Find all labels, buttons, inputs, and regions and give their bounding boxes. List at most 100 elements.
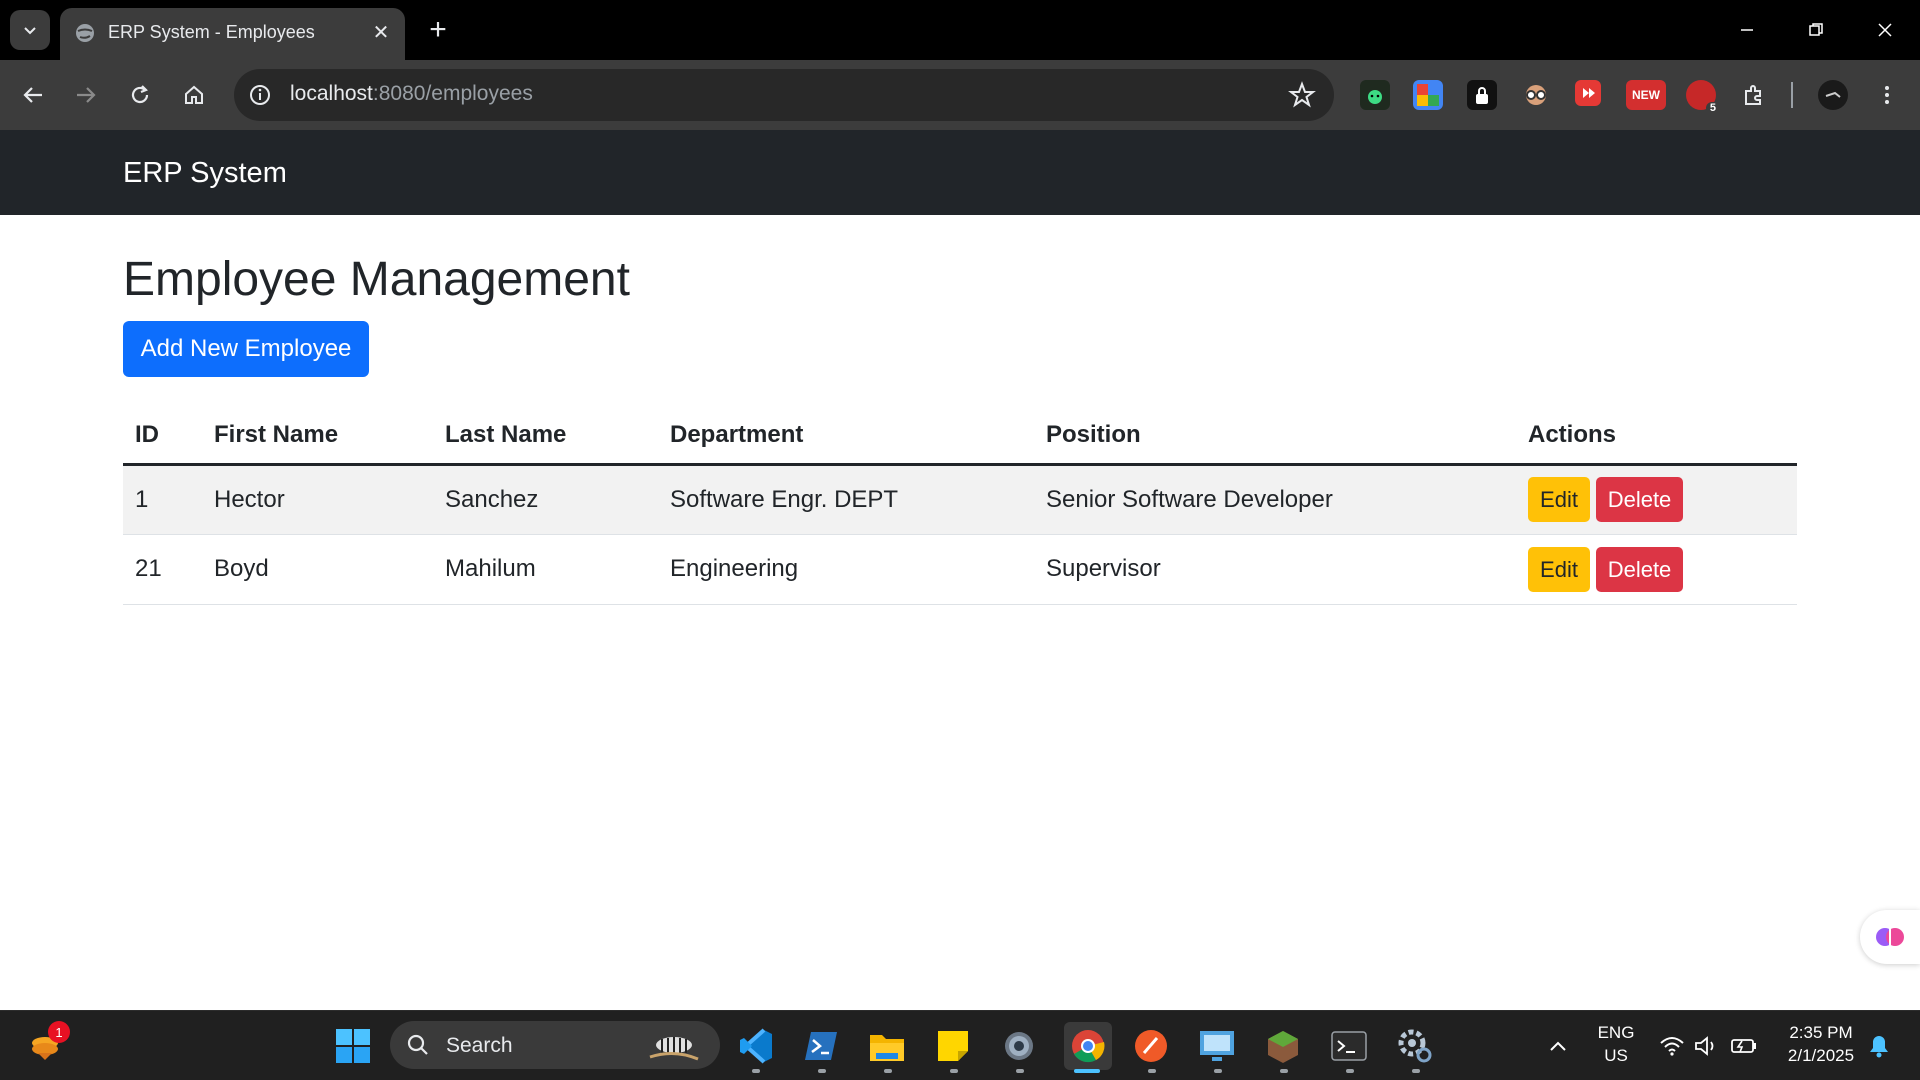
widgets-icon[interactable]: 1	[24, 1021, 70, 1067]
back-icon[interactable]	[13, 75, 53, 115]
remote-desktop-icon[interactable]	[1196, 1025, 1238, 1067]
address-bar[interactable]: localhost:8080/employees	[234, 69, 1334, 121]
chrome-icon[interactable]	[1064, 1022, 1112, 1070]
clock-date: 2/1/2025	[1787, 1046, 1855, 1065]
android-ext-icon[interactable]	[1360, 80, 1390, 110]
running-indicator	[1346, 1069, 1354, 1073]
header-id: ID	[123, 408, 202, 466]
battery-icon[interactable]	[1724, 1025, 1764, 1067]
running-indicator	[1280, 1069, 1288, 1073]
edit-button[interactable]: Edit	[1528, 546, 1590, 592]
header-first-name: First Name	[202, 408, 433, 466]
cell-first-name: Boyd	[202, 534, 433, 605]
shield-ext-icon[interactable]: 5	[1686, 80, 1720, 114]
edit-button[interactable]: Edit	[1528, 477, 1590, 522]
cell-id: 1	[123, 464, 202, 535]
table-row: 21 Boyd Mahilum Engineering Supervisor E…	[123, 534, 1797, 605]
employee-table: ID First Name Last Name Department Posit…	[123, 408, 1797, 605]
site-info-icon[interactable]	[248, 83, 272, 107]
plus-icon[interactable]: +	[422, 14, 454, 46]
gear-app-icon[interactable]	[1394, 1025, 1436, 1067]
running-indicator	[1214, 1069, 1222, 1073]
extensions-icon[interactable]	[1739, 80, 1769, 110]
running-indicator	[950, 1069, 958, 1073]
cell-actions: Edit Delete	[1516, 464, 1797, 535]
running-indicator	[818, 1069, 826, 1073]
delete-button[interactable]: Delete	[1596, 546, 1683, 592]
clock[interactable]: 2:35 PM 2/1/2025	[1776, 1023, 1866, 1066]
tab-title: ERP System - Employees	[108, 22, 315, 42]
cell-department: Software Engr. DEPT	[658, 464, 1034, 535]
windows-start-icon[interactable]	[332, 1025, 374, 1067]
notification-bell-icon[interactable]	[1860, 1025, 1898, 1067]
widgets-badge: 1	[48, 1021, 70, 1043]
delete-button[interactable]: Delete	[1596, 477, 1683, 522]
close-icon[interactable]: ✕	[369, 20, 393, 44]
assistant-fab[interactable]	[1860, 910, 1920, 964]
cell-first-name: Hector	[202, 464, 433, 535]
active-indicator	[1074, 1069, 1100, 1073]
header-department: Department	[658, 408, 1034, 466]
table-row: 1 Hector Sanchez Software Engr. DEPT Sen…	[123, 464, 1797, 535]
forward-icon[interactable]	[66, 75, 106, 115]
running-indicator	[752, 1069, 760, 1073]
language-indicator[interactable]: ENG US	[1594, 1023, 1638, 1066]
minimize-icon[interactable]	[1724, 10, 1770, 50]
reload-icon[interactable]	[120, 75, 160, 115]
running-indicator	[884, 1069, 892, 1073]
running-indicator	[1412, 1069, 1420, 1073]
header-actions: Actions	[1516, 408, 1797, 466]
settings-gear-icon[interactable]	[998, 1025, 1040, 1067]
file-explorer-icon[interactable]	[866, 1025, 908, 1067]
taskbar-search[interactable]: Search	[390, 1021, 720, 1069]
cell-last-name: Mahilum	[433, 534, 658, 605]
tab-search-button[interactable]	[10, 10, 50, 50]
lock-ext-icon[interactable]	[1467, 80, 1497, 110]
volume-icon[interactable]	[1686, 1025, 1726, 1067]
new-ext-icon[interactable]: NEW	[1626, 80, 1666, 110]
brain-icon	[1876, 928, 1904, 946]
new-ext-label: NEW	[1632, 88, 1660, 102]
media-ext-icon[interactable]	[1575, 80, 1601, 106]
vscode-icon[interactable]	[735, 1025, 777, 1067]
window-close-icon[interactable]	[1862, 10, 1908, 50]
tab-search-icon	[24, 27, 36, 35]
running-indicator	[1016, 1069, 1024, 1073]
url-path: :8080/employees	[372, 82, 533, 105]
page-title: Employee Management	[123, 253, 630, 306]
app-navbar: ERP System	[0, 130, 1920, 215]
cell-last-name: Sanchez	[433, 464, 658, 535]
restore-icon[interactable]	[1793, 10, 1839, 50]
minecraft-icon[interactable]	[1262, 1025, 1304, 1067]
glasses-ext-icon[interactable]	[1521, 80, 1551, 110]
table-header-row: ID First Name Last Name Department Posit…	[123, 408, 1797, 466]
chevron-up-icon[interactable]	[1538, 1025, 1578, 1067]
navbar-brand[interactable]: ERP System	[123, 157, 287, 190]
toolbar-separator	[1791, 82, 1793, 108]
search-icon	[407, 1034, 428, 1055]
url-text[interactable]: localhost:8080/employees	[290, 82, 533, 106]
menu-icon[interactable]	[1872, 80, 1902, 110]
powershell-icon[interactable]	[800, 1025, 842, 1067]
cell-actions: Edit Delete	[1516, 534, 1797, 605]
cell-position: Senior Software Developer	[1034, 464, 1516, 535]
bookmark-star-icon[interactable]	[1288, 81, 1316, 109]
active-tab[interactable]: ERP System - Employees ✕	[60, 8, 405, 60]
translate-ext-icon[interactable]	[1413, 80, 1443, 110]
paint-icon[interactable]	[1130, 1025, 1172, 1067]
profile-avatar-icon[interactable]	[1818, 80, 1848, 110]
browser-toolbar: localhost:8080/employees NEW 5	[0, 60, 1920, 130]
header-position: Position	[1034, 408, 1516, 466]
globe-icon	[76, 24, 94, 42]
region-code: US	[1604, 1046, 1628, 1065]
cell-id: 21	[123, 534, 202, 605]
add-employee-button[interactable]: Add New Employee	[123, 321, 369, 377]
zebra-icon	[649, 1037, 699, 1061]
home-icon[interactable]	[174, 75, 214, 115]
shield-ext-badge: 5	[1705, 102, 1720, 114]
browser-tabstrip: ERP System - Employees ✕ +	[0, 0, 1920, 60]
terminal-icon[interactable]	[1328, 1025, 1370, 1067]
sticky-notes-icon[interactable]	[932, 1025, 974, 1067]
url-host: localhost	[290, 82, 373, 105]
header-last-name: Last Name	[433, 408, 658, 466]
